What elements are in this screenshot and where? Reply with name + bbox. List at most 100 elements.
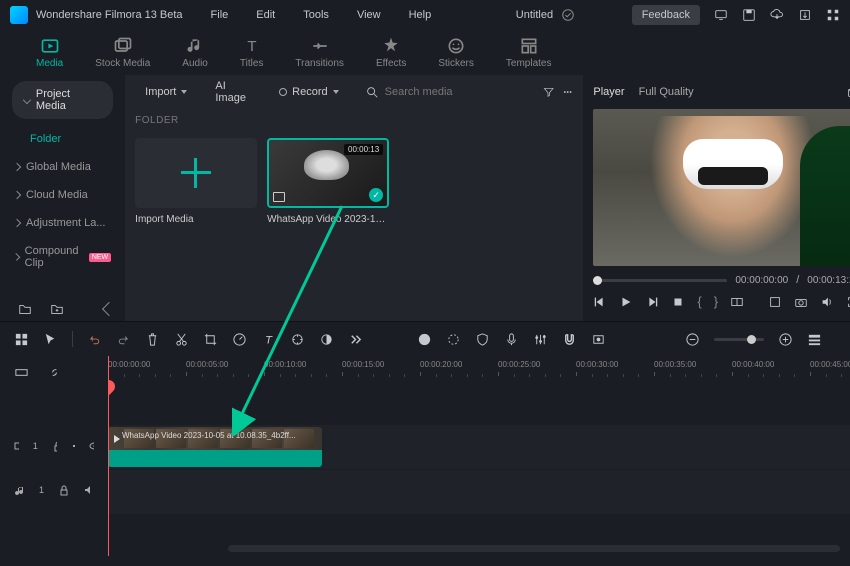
mixer-icon[interactable] (533, 332, 548, 347)
filter-icon[interactable] (543, 85, 554, 99)
lock-icon[interactable] (52, 440, 57, 452)
snapshot-icon[interactable] (846, 85, 850, 99)
aspect-icon[interactable] (730, 295, 744, 309)
tab-stickers[interactable]: Stickers (422, 32, 490, 73)
sidebar-adjustment-layer[interactable]: Adjustment La... (0, 209, 125, 237)
tab-titles[interactable]: TTitles (224, 32, 280, 73)
speed-icon[interactable] (232, 332, 247, 347)
import-media-card[interactable]: Import Media (135, 138, 257, 225)
track-add-icon[interactable] (14, 365, 29, 380)
feedback-button[interactable]: Feedback (632, 5, 700, 25)
prev-frame-icon[interactable] (593, 295, 607, 309)
tab-templates[interactable]: Templates (490, 32, 568, 73)
menu-file[interactable]: File (211, 9, 229, 21)
svg-text:T: T (265, 334, 273, 346)
timeline-ruler[interactable]: 00:00:00:0000:00:05:0000:00:10:0000:00:1… (108, 356, 850, 388)
tab-transitions[interactable]: Transitions (279, 32, 360, 73)
monitor-icon[interactable] (714, 8, 728, 22)
layout-icon[interactable] (14, 332, 29, 347)
text-tool-icon[interactable]: T (261, 332, 276, 347)
menu-tools[interactable]: Tools (303, 9, 329, 21)
stop-icon[interactable] (671, 295, 685, 309)
timeline: 1 1 00:00:00:0000:00:05:0000:00:10:0000:… (0, 356, 850, 556)
grid-icon[interactable] (826, 8, 840, 22)
mic-icon[interactable] (504, 332, 519, 347)
eye-icon[interactable] (89, 440, 94, 452)
render-icon[interactable] (446, 332, 461, 347)
audio-track-lane[interactable] (108, 470, 850, 514)
cut-icon[interactable] (174, 332, 189, 347)
zoom-slider[interactable] (714, 338, 764, 341)
folder-plus-icon[interactable] (50, 302, 64, 316)
crop-icon[interactable] (203, 332, 218, 347)
next-frame-icon[interactable] (645, 295, 659, 309)
tab-effects[interactable]: Effects (360, 32, 422, 73)
marker-icon[interactable] (591, 332, 606, 347)
player-viewport[interactable] (593, 109, 850, 266)
sidebar-project-media[interactable]: Project Media (12, 81, 113, 119)
save-icon[interactable] (742, 8, 756, 22)
tab-stock-media[interactable]: Stock Media (79, 32, 166, 73)
zoom-out-icon[interactable] (685, 332, 700, 347)
video-track-lane[interactable]: WhatsApp Video 2023-10-05 at 10.08.35_4b… (108, 425, 850, 469)
mute-icon[interactable] (71, 440, 76, 452)
timeline-view-icon[interactable] (807, 332, 822, 347)
sidebar-cloud-media[interactable]: Cloud Media (0, 181, 125, 209)
tab-audio[interactable]: Audio (166, 32, 224, 73)
more-tools-icon[interactable] (348, 332, 363, 347)
menu-help[interactable]: Help (409, 9, 432, 21)
tab-media[interactable]: Media (20, 32, 79, 73)
lock-icon[interactable] (58, 484, 69, 496)
magnet-icon[interactable] (562, 332, 577, 347)
sidebar-compound-clip[interactable]: Compound ClipNEW (0, 237, 125, 277)
timeline-scrollbar[interactable] (228, 545, 840, 552)
playhead[interactable] (108, 356, 109, 556)
volume-icon[interactable] (820, 295, 834, 309)
record-button[interactable]: Record (269, 81, 348, 103)
play-icon[interactable] (619, 295, 633, 309)
project-title: Untitled (516, 9, 553, 21)
zoom-in-icon[interactable] (778, 332, 793, 347)
media-item-video[interactable]: 00:00:13 WhatsApp Video 2023-10-05... (267, 138, 389, 225)
plus-icon (181, 158, 211, 188)
more-icon[interactable] (562, 85, 573, 99)
menu-view[interactable]: View (357, 9, 381, 21)
search-input[interactable] (385, 86, 527, 98)
undo-icon[interactable] (87, 332, 102, 347)
audio-track-header[interactable]: 1 (0, 468, 108, 512)
playback-quality-dropdown[interactable]: Full Quality (639, 86, 700, 98)
mark-out-icon[interactable]: } (714, 294, 718, 309)
shield-icon[interactable] (475, 332, 490, 347)
media-sidebar: Project Media Folder Global Media Cloud … (0, 75, 125, 321)
ai-image-button[interactable]: AI Image (205, 75, 261, 109)
link-icon[interactable] (47, 365, 62, 380)
sidebar-global-media[interactable]: Global Media (0, 153, 125, 181)
collapse-sidebar-icon[interactable] (102, 301, 116, 315)
adjust-icon[interactable] (290, 332, 305, 347)
cursor-icon[interactable] (43, 332, 58, 347)
redo-icon[interactable] (116, 332, 131, 347)
video-track-header[interactable]: 1 (0, 424, 108, 468)
player-title: Player (593, 86, 624, 98)
sync-icon[interactable] (561, 8, 575, 22)
cloud-download-icon[interactable] (770, 8, 784, 22)
import-button[interactable]: Import (135, 81, 197, 103)
mute-icon[interactable] (83, 484, 94, 496)
camera-icon[interactable] (794, 295, 808, 309)
media-search[interactable] (357, 85, 535, 99)
export-icon[interactable] (798, 8, 812, 22)
timeline-body[interactable]: 00:00:00:0000:00:05:0000:00:10:0000:00:1… (108, 356, 850, 556)
color-icon[interactable] (319, 332, 334, 347)
player-scrubber[interactable]: 00:00:00:00 / 00:00:13:20 (593, 272, 850, 288)
new-folder-icon[interactable] (18, 302, 32, 316)
focus-icon[interactable] (768, 295, 782, 309)
sidebar-folder[interactable]: Folder (0, 125, 125, 153)
mark-in-icon[interactable]: { (697, 294, 701, 309)
delete-icon[interactable] (145, 332, 160, 347)
fullscreen-icon[interactable] (846, 295, 850, 309)
play-small-icon (112, 434, 122, 444)
timeline-clip[interactable]: WhatsApp Video 2023-10-05 at 10.08.35_4b… (108, 427, 322, 467)
time-current: 00:00:00:00 (735, 275, 788, 286)
menu-edit[interactable]: Edit (256, 9, 275, 21)
green-marker-icon[interactable] (417, 332, 432, 347)
